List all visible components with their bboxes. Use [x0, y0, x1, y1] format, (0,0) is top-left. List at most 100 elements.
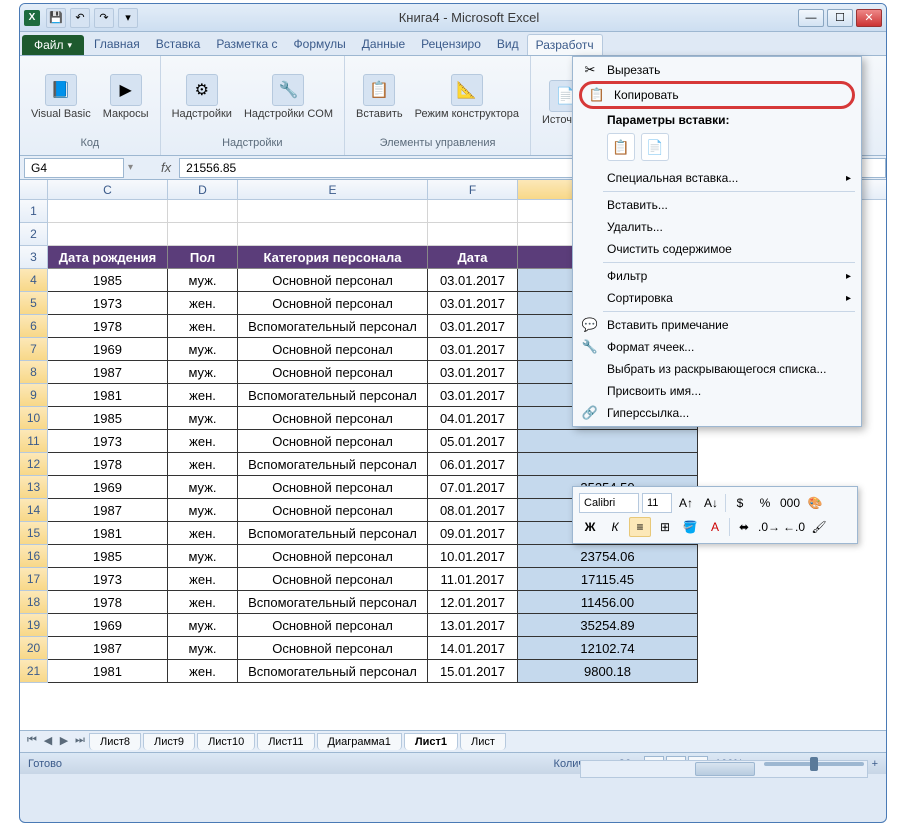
row-header-7[interactable]: 7 [20, 338, 48, 361]
cell-D8[interactable]: муж. [168, 361, 238, 384]
header-cell-E[interactable]: Категория персонала [238, 246, 428, 269]
header-cell-C[interactable]: Дата рождения [48, 246, 168, 269]
zoom-slider[interactable] [764, 762, 864, 766]
cell-C18[interactable]: 1978 [48, 591, 168, 614]
cell-E12[interactable]: Вспомогательный персонал [238, 453, 428, 476]
qat-custom[interactable]: ▾ [118, 8, 138, 28]
mini-comma[interactable]: 000 [779, 493, 801, 513]
cell-C4[interactable]: 1985 [48, 269, 168, 292]
row-header-2[interactable]: 2 [20, 223, 48, 246]
cell-D10[interactable]: муж. [168, 407, 238, 430]
paste-option-1[interactable]: 📋 [607, 133, 635, 161]
cell-C9[interactable]: 1981 [48, 384, 168, 407]
header-cell-F[interactable]: Дата [428, 246, 518, 269]
cell-C17[interactable]: 1973 [48, 568, 168, 591]
select-all-corner[interactable] [20, 180, 48, 199]
cell-F20[interactable]: 14.01.2017 [428, 637, 518, 660]
cell-C19[interactable]: 1969 [48, 614, 168, 637]
fx-icon[interactable]: fx [153, 160, 179, 175]
cell-F7[interactable]: 03.01.2017 [428, 338, 518, 361]
ctx-paste-special[interactable]: Специальная вставка... [575, 167, 859, 189]
cell-E2[interactable] [238, 223, 428, 246]
cell-C8[interactable]: 1987 [48, 361, 168, 384]
cell-D1[interactable] [168, 200, 238, 223]
zoom-in[interactable]: + [872, 758, 878, 770]
cell-D12[interactable]: жен. [168, 453, 238, 476]
mini-percent[interactable]: % [754, 493, 776, 513]
row-header-18[interactable]: 18 [20, 591, 48, 614]
cell-G21[interactable]: 9800.18 [518, 660, 698, 683]
cell-C21[interactable]: 1981 [48, 660, 168, 683]
cell-E11[interactable]: Основной персонал [238, 430, 428, 453]
cell-F17[interactable]: 11.01.2017 [428, 568, 518, 591]
cell-E13[interactable]: Основной персонал [238, 476, 428, 499]
com-addins-button[interactable]: 🔧Надстройки COM [241, 71, 336, 124]
ctx-sort[interactable]: Сортировка [575, 287, 859, 309]
cell-C16[interactable]: 1985 [48, 545, 168, 568]
qat-save[interactable]: 💾 [46, 8, 66, 28]
paste-option-2[interactable]: 📄 [641, 133, 669, 161]
row-header-20[interactable]: 20 [20, 637, 48, 660]
mini-fill-color[interactable]: 🪣 [679, 517, 701, 537]
cell-D21[interactable]: жен. [168, 660, 238, 683]
cell-F19[interactable]: 13.01.2017 [428, 614, 518, 637]
cell-F1[interactable] [428, 200, 518, 223]
cell-G20[interactable]: 12102.74 [518, 637, 698, 660]
cell-E10[interactable]: Основной персонал [238, 407, 428, 430]
cell-D19[interactable]: муж. [168, 614, 238, 637]
sheet-tab-3[interactable]: Лист11 [257, 733, 314, 750]
row-header-14[interactable]: 14 [20, 499, 48, 522]
cell-G19[interactable]: 35254.89 [518, 614, 698, 637]
mini-border[interactable]: ⊞ [654, 517, 676, 537]
cell-F21[interactable]: 15.01.2017 [428, 660, 518, 683]
cell-G16[interactable]: 23754.06 [518, 545, 698, 568]
col-header-E[interactable]: E [238, 180, 428, 199]
cell-D2[interactable] [168, 223, 238, 246]
cell-G12[interactable] [518, 453, 698, 476]
mini-font-select[interactable] [579, 493, 639, 513]
ctx-format[interactable]: 🔧 Формат ячеек... [575, 336, 859, 358]
cell-F16[interactable]: 10.01.2017 [428, 545, 518, 568]
cell-C15[interactable]: 1981 [48, 522, 168, 545]
cell-F12[interactable]: 06.01.2017 [428, 453, 518, 476]
cell-C11[interactable]: 1973 [48, 430, 168, 453]
mini-style[interactable]: 🎨 [804, 493, 826, 513]
sheet-tab-2[interactable]: Лист10 [197, 733, 255, 750]
ctx-comment[interactable]: 💬 Вставить примечание [575, 314, 859, 336]
row-header-13[interactable]: 13 [20, 476, 48, 499]
sheet-nav-first[interactable]: ⏮ [24, 734, 40, 750]
cell-C14[interactable]: 1987 [48, 499, 168, 522]
cell-D17[interactable]: жен. [168, 568, 238, 591]
qat-undo[interactable]: ↶ [70, 8, 90, 28]
sheet-tab-1[interactable]: Лист9 [143, 733, 195, 750]
cell-E4[interactable]: Основной персонал [238, 269, 428, 292]
cell-E14[interactable]: Основной персонал [238, 499, 428, 522]
cell-C13[interactable]: 1969 [48, 476, 168, 499]
mini-bold[interactable]: Ж [579, 517, 601, 537]
cell-C5[interactable]: 1973 [48, 292, 168, 315]
cell-G17[interactable]: 17115.45 [518, 568, 698, 591]
cell-E9[interactable]: Вспомогательный персонал [238, 384, 428, 407]
cell-D20[interactable]: муж. [168, 637, 238, 660]
cell-F18[interactable]: 12.01.2017 [428, 591, 518, 614]
row-header-19[interactable]: 19 [20, 614, 48, 637]
name-box[interactable]: G4 [24, 158, 124, 178]
ctx-copy[interactable]: 📋 Копировать [579, 81, 855, 109]
ribbon-tab-7[interactable]: Разработч [527, 34, 603, 55]
mini-italic[interactable]: К [604, 517, 626, 537]
cell-D7[interactable]: муж. [168, 338, 238, 361]
mini-center[interactable]: ≡ [629, 517, 651, 537]
cell-E8[interactable]: Основной персонал [238, 361, 428, 384]
cell-D18[interactable]: жен. [168, 591, 238, 614]
row-header-3[interactable]: 3 [20, 246, 48, 269]
sheet-nav-last[interactable]: ⏭ [72, 734, 88, 750]
cell-F9[interactable]: 03.01.2017 [428, 384, 518, 407]
sheet-tab-extra[interactable]: Лист [460, 733, 506, 750]
ribbon-tab-1[interactable]: Вставка [148, 34, 209, 55]
cell-D14[interactable]: муж. [168, 499, 238, 522]
cell-C12[interactable]: 1978 [48, 453, 168, 476]
cell-F6[interactable]: 03.01.2017 [428, 315, 518, 338]
row-header-10[interactable]: 10 [20, 407, 48, 430]
mini-currency[interactable]: $ [729, 493, 751, 513]
cell-E21[interactable]: Вспомогательный персонал [238, 660, 428, 683]
